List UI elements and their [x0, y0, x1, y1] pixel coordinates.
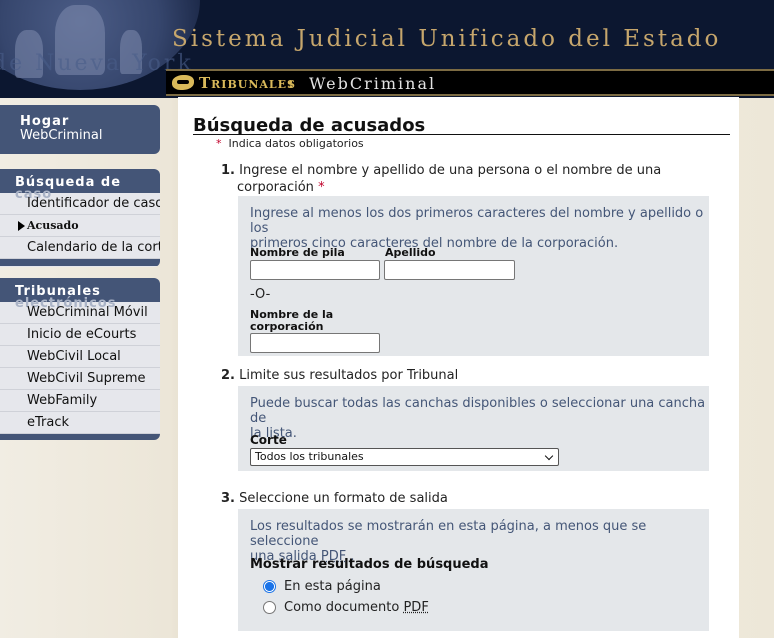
- brand-label[interactable]: Tribunales: [199, 74, 296, 92]
- home-sublabel: WebCriminal: [20, 128, 103, 143]
- first-name-label: Nombre de pila: [250, 246, 345, 259]
- sidebar-item-webfamily[interactable]: WebFamily: [0, 390, 160, 412]
- display-results-label: Mostrar resultados de búsqueda: [250, 557, 489, 572]
- sidebar-item-etrack[interactable]: eTrack: [0, 412, 160, 434]
- sidebar-search-heading: Búsqueda de caso: [0, 169, 160, 202]
- sidebar-search-box: Búsqueda de caso Identificador de caso A…: [0, 169, 160, 267]
- sidebar-item-case-id[interactable]: Identificador de caso: [0, 193, 160, 215]
- last-name-label: Apellido: [385, 246, 436, 259]
- chevron-down-icon: [544, 451, 554, 461]
- sidebar-ecourts-box: Tribunales electrónicos WebCriminal Móvi…: [0, 278, 160, 440]
- radio-this-page[interactable]: [263, 580, 276, 593]
- radio-this-page-label[interactable]: En esta página: [284, 579, 381, 594]
- active-arrow-icon: [18, 221, 25, 231]
- court-select[interactable]: Todos los tribunales: [250, 448, 559, 466]
- last-name-input[interactable]: [384, 260, 515, 280]
- required-star-icon: *: [216, 137, 222, 150]
- step-1-panel: Ingrese al menos los dos primeros caract…: [238, 196, 709, 356]
- step-2-panel: Puede buscar todas las canchas disponibl…: [238, 386, 709, 471]
- court-label: Corte: [250, 433, 287, 447]
- step-2-hint: Puede buscar todas las canchas disponibl…: [250, 396, 706, 441]
- sidebar-item-court-calendar[interactable]: Calendario de la corte: [0, 237, 160, 259]
- box-footer: [0, 259, 160, 266]
- app-bar: Tribunales : WebCriminal: [166, 69, 774, 96]
- sidebar-home-button[interactable]: Hogar WebCriminal: [0, 105, 160, 154]
- header-watermark: de Nueva York: [0, 51, 194, 76]
- title-divider: [193, 134, 730, 135]
- required-note: * Indica datos obligatorios: [216, 137, 364, 150]
- sidebar-item-webcriminal-mobile[interactable]: WebCriminal Móvil: [0, 302, 160, 324]
- sidebar-ecourts-heading: Tribunales electrónicos: [0, 278, 160, 311]
- sidebar-item-defendant[interactable]: Acusado: [0, 215, 160, 237]
- app-name[interactable]: WebCriminal: [309, 74, 436, 93]
- step-3-panel: Los resultados se mostrarán en esta pági…: [238, 509, 709, 631]
- brand-separator: :: [288, 74, 294, 92]
- home-label: Hogar: [20, 114, 70, 129]
- step-3-text: 3. Seleccione un formato de salida: [221, 491, 448, 506]
- corporation-name-input[interactable]: [250, 333, 380, 353]
- site-header: de Nueva York Sistema Judicial Unificado…: [0, 0, 774, 98]
- box-footer: [0, 434, 160, 440]
- sidebar-item-webcivil-supreme[interactable]: WebCivil Supreme: [0, 368, 160, 390]
- main-content: Búsqueda de acusados * Indica datos obli…: [178, 97, 739, 638]
- page-title: Búsqueda de acusados: [193, 115, 426, 136]
- step-1-hint: Ingrese al menos los dos primeros caract…: [250, 206, 704, 251]
- or-separator: -O-: [250, 287, 271, 302]
- corporation-name-label: Nombre de la corporación: [250, 308, 334, 333]
- radio-pdf-document-label[interactable]: Como documento PDF: [284, 600, 429, 615]
- radio-pdf-document[interactable]: [263, 601, 276, 614]
- first-name-input[interactable]: [250, 260, 380, 280]
- required-star-icon: *: [318, 180, 325, 195]
- tribunales-logo-icon: [172, 75, 194, 90]
- sidebar-item-ecourts-home[interactable]: Inicio de eCourts: [0, 324, 160, 346]
- system-title: Sistema Judicial Unificado del Estado: [172, 26, 722, 52]
- sidebar-item-webcivil-local[interactable]: WebCivil Local: [0, 346, 160, 368]
- step-2-text: 2. Limite sus resultados por Tribunal: [221, 368, 459, 383]
- step-1-text: 1. Ingrese el nombre y apellido de una p…: [221, 163, 662, 195]
